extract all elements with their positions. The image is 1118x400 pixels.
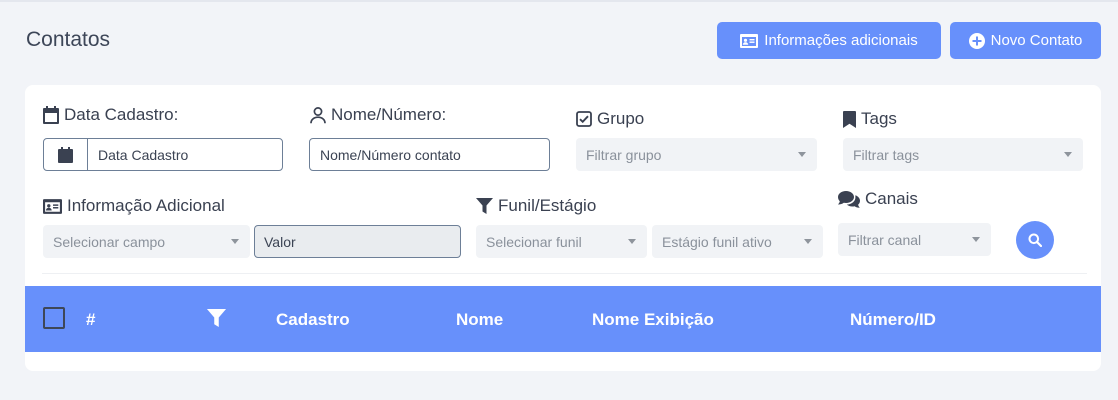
table-header: # Cadastro Nome Nome Exibição Número/ID	[25, 286, 1101, 352]
page-title: Contatos	[26, 28, 111, 51]
top-border	[0, 0, 1118, 2]
divider	[42, 273, 1087, 274]
column-header-numero-id[interactable]: Número/ID	[850, 310, 936, 330]
additional-info-button[interactable]: Informações adicionais	[717, 22, 941, 59]
tags-select[interactable]: Filtrar tags	[843, 138, 1083, 171]
name-filter-label-text: Nome/Número:	[331, 105, 447, 124]
search-icon	[1028, 233, 1042, 247]
tags-filter-label: Tags	[843, 109, 897, 129]
channel-select-placeholder: Filtrar canal	[848, 231, 922, 248]
date-filter-label: Data Cadastro:	[43, 105, 178, 125]
value-input[interactable]: Valor	[254, 225, 461, 258]
channels-filter-label: Canais	[838, 189, 918, 209]
column-header-index: #	[86, 310, 96, 329]
date-addon[interactable]	[44, 139, 88, 170]
contacts-card: Data Cadastro: Nome/Número: Grupo Tags D…	[25, 85, 1101, 371]
field-select-placeholder: Selecionar campo	[53, 233, 166, 250]
stage-select-placeholder: Estágio funil ativo	[662, 233, 772, 250]
additional-info-filter-label-text: Informação Adicional	[67, 196, 225, 215]
column-header-cadastro[interactable]: Cadastro	[276, 310, 350, 330]
plus-circle-icon	[968, 32, 985, 49]
field-select[interactable]: Selecionar campo	[43, 225, 250, 258]
additional-info-filter-label: Informação Adicional	[43, 196, 225, 216]
bookmark-icon	[843, 110, 856, 128]
tags-filter-label-text: Tags	[861, 109, 897, 128]
id-card-icon	[740, 33, 759, 48]
column-header-nome-exibicao[interactable]: Nome Exibição	[592, 310, 714, 330]
date-filter-label-text: Data Cadastro:	[64, 105, 179, 124]
funnel-filter-label: Funil/Estágio	[476, 196, 596, 216]
chevron-down-icon	[972, 237, 980, 242]
chevron-down-icon	[1064, 152, 1072, 157]
chevron-down-icon	[804, 239, 812, 244]
search-button[interactable]	[1016, 221, 1054, 259]
stage-select[interactable]: Estágio funil ativo	[652, 225, 823, 258]
comments-icon	[838, 190, 860, 208]
date-filter-placeholder: Data Cadastro	[98, 146, 189, 163]
funnel-select-placeholder: Selecionar funil	[486, 233, 582, 250]
check-square-icon	[576, 111, 592, 127]
chevron-down-icon	[231, 239, 239, 244]
name-filter-label: Nome/Número:	[310, 105, 446, 125]
group-select-placeholder: Filtrar grupo	[586, 146, 662, 163]
calendar-icon	[43, 106, 59, 124]
name-filter-placeholder: Nome/Número contato	[320, 146, 461, 163]
id-card-icon	[43, 198, 62, 214]
group-filter-label-text: Grupo	[597, 109, 645, 128]
new-contact-button[interactable]: Novo Contato	[950, 22, 1101, 59]
channel-select[interactable]: Filtrar canal	[838, 223, 991, 256]
chevron-down-icon	[628, 239, 636, 244]
calendar-icon	[58, 146, 73, 163]
channels-filter-label-text: Canais	[865, 189, 918, 208]
value-input-placeholder: Valor	[264, 233, 296, 250]
column-header-nome[interactable]: Nome	[456, 310, 503, 330]
new-contact-button-label: Novo Contato	[990, 32, 1083, 49]
select-all-checkbox[interactable]	[43, 307, 65, 329]
name-filter-input[interactable]: Nome/Número contato	[309, 138, 550, 171]
group-filter-label: Grupo	[576, 109, 644, 129]
group-select[interactable]: Filtrar grupo	[576, 138, 817, 171]
filter-icon[interactable]	[206, 309, 227, 327]
chevron-down-icon	[798, 152, 806, 157]
funnel-select[interactable]: Selecionar funil	[476, 225, 647, 258]
tags-select-placeholder: Filtrar tags	[853, 146, 920, 163]
date-filter-input[interactable]: Data Cadastro	[43, 138, 283, 171]
additional-info-button-label: Informações adicionais	[764, 32, 918, 49]
user-icon	[310, 106, 326, 123]
filter-icon	[476, 198, 493, 214]
funnel-filter-label-text: Funil/Estágio	[498, 196, 597, 215]
